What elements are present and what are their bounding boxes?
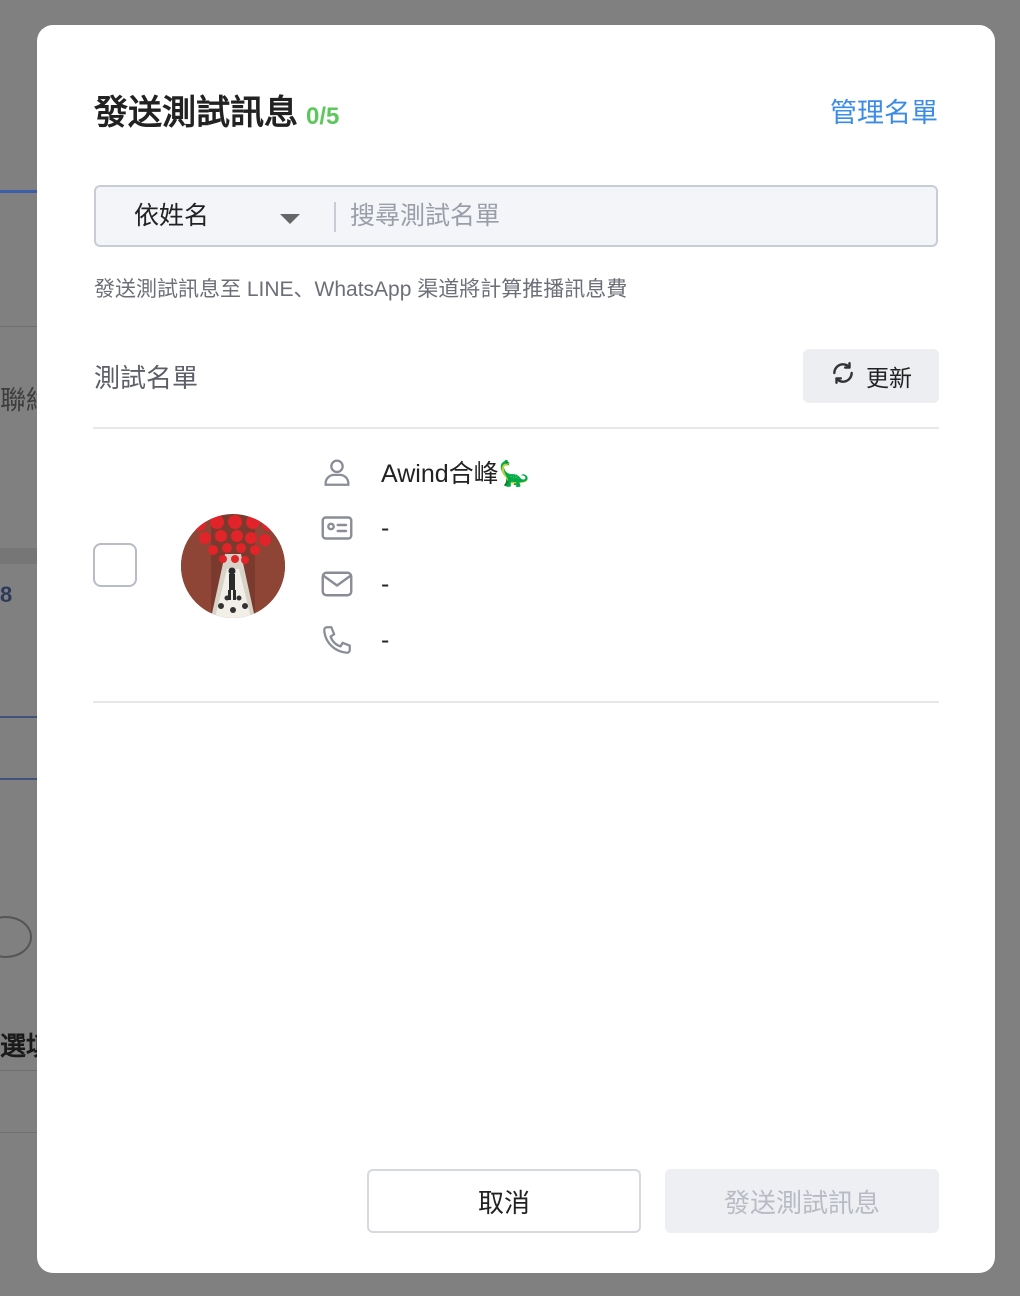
send-test-message-button[interactable]: 發送測試訊息: [665, 1169, 939, 1233]
mail-icon: [317, 564, 357, 604]
phone-icon: [317, 620, 357, 660]
contact-checkbox[interactable]: [93, 543, 137, 587]
manage-list-link[interactable]: 管理名單: [830, 97, 938, 129]
person-icon: [317, 452, 357, 492]
billing-notice: 發送測試訊息至 LINE、WhatsApp 渠道將計算推播訊息費: [94, 278, 628, 301]
contact-email: -: [381, 569, 390, 598]
dialog-title: 發送測試訊息 0/5: [94, 94, 340, 132]
background-divider: [0, 1132, 37, 1133]
refresh-label: 更新: [866, 365, 912, 391]
list-bottom-divider: [93, 701, 939, 703]
send-test-message-dialog: 發送測試訊息0/5 管理名單 依姓名 發送測試訊息至 LINE、WhatsApp…: [37, 25, 995, 1273]
background-divider: [0, 548, 37, 564]
contact-email-row: -: [317, 564, 389, 604]
test-list-heading: 測試名單: [94, 363, 199, 393]
search-divider: [334, 202, 336, 232]
background-text-number: 8: [0, 582, 13, 607]
avatar: [181, 514, 285, 618]
contact-name: Awind合峰🦕: [381, 460, 530, 488]
background-tab-indicator: [0, 190, 37, 193]
background-divider: [0, 778, 37, 780]
background-divider: [0, 326, 37, 327]
background-radio: [0, 916, 32, 958]
contact-phone: -: [381, 625, 390, 654]
contact-id-row: -: [317, 508, 389, 548]
refresh-icon: [830, 360, 856, 392]
contact-id-value: -: [381, 513, 390, 542]
cancel-button[interactable]: 取消: [367, 1169, 641, 1233]
search-bar: 依姓名: [94, 185, 938, 247]
contact-phone-row: -: [317, 620, 389, 660]
background-divider: [0, 1070, 37, 1071]
refresh-button[interactable]: 更新: [803, 349, 939, 403]
contact-name-row: Awind合峰🦕: [317, 452, 530, 492]
dialog-header: 發送測試訊息 0/5 管理名單: [94, 89, 938, 137]
list-top-divider: [93, 427, 939, 429]
id-card-icon: [317, 508, 357, 548]
search-input[interactable]: [350, 187, 910, 245]
background-divider: [0, 716, 37, 718]
chevron-down-icon[interactable]: [280, 214, 300, 224]
selected-count: 0/5: [306, 103, 340, 130]
search-filter-value: 依姓名: [134, 202, 210, 230]
search-filter-select[interactable]: 依姓名: [134, 187, 334, 245]
